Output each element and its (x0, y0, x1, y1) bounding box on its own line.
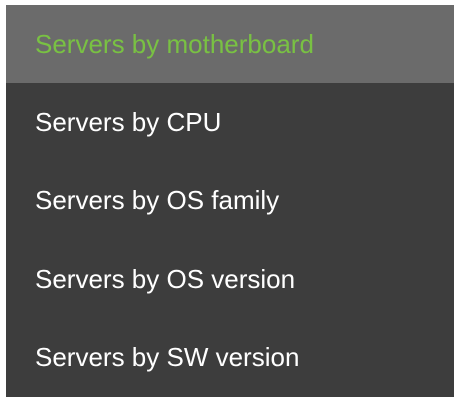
menu-item-label: Servers by OS version (35, 263, 296, 294)
menu-item-label: Servers by SW version (35, 342, 300, 373)
menu-item-label: Servers by motherboard (35, 28, 314, 59)
menu-item-label: Servers by CPU (35, 107, 222, 138)
menu-item-servers-by-sw-version[interactable]: Servers by SW version (6, 319, 454, 397)
menu-item-servers-by-motherboard[interactable]: Servers by motherboard (6, 5, 454, 84)
menu-item-label: Servers by OS family (35, 185, 280, 216)
reports-menu: Servers by motherboard Servers by CPU Se… (6, 5, 454, 397)
menu-item-servers-by-os-family[interactable]: Servers by OS family (6, 162, 454, 240)
menu-item-servers-by-cpu[interactable]: Servers by CPU (6, 83, 454, 161)
menu-item-servers-by-os-version[interactable]: Servers by OS version (6, 240, 454, 318)
